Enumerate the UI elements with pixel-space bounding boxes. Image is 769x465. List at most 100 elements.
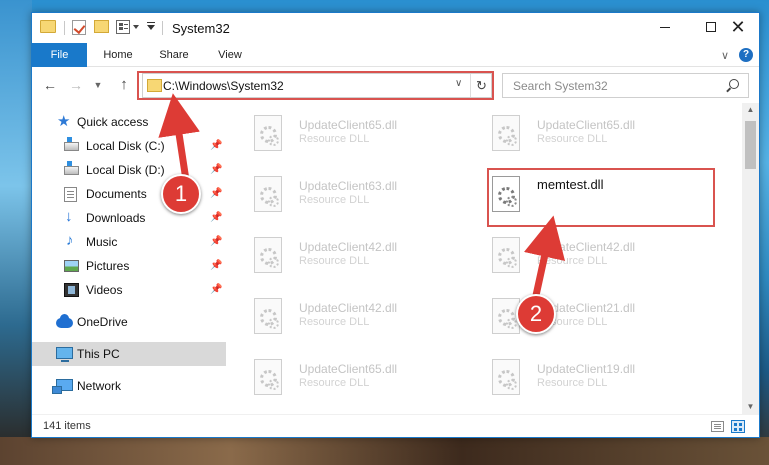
sidebar-item-label: Downloads bbox=[86, 211, 146, 225]
sidebar-item-label: Quick access bbox=[77, 115, 149, 129]
search-input[interactable]: Search System32 bbox=[513, 79, 608, 93]
file-type: Resource DLL bbox=[537, 255, 608, 267]
sidebar-item-network[interactable]: Network bbox=[32, 374, 226, 398]
forward-button[interactable]: → bbox=[66, 75, 86, 95]
expand-ribbon-icon[interactable]: ∨ bbox=[721, 49, 729, 62]
sidebar-item-local-disk-c[interactable]: Local Disk (C:) 📌 bbox=[32, 134, 226, 158]
scroll-up-icon[interactable]: ▲ bbox=[742, 103, 759, 117]
back-button[interactable]: ← bbox=[40, 75, 60, 95]
sidebar-item-this-pc[interactable]: This PC bbox=[32, 342, 226, 366]
properties-check-icon[interactable] bbox=[72, 20, 86, 35]
divider bbox=[162, 21, 163, 35]
step-badge-2: 2 bbox=[516, 294, 556, 334]
file-list: UpdateClient65.dll Resource DLL UpdateCl… bbox=[227, 103, 741, 411]
pin-icon: 📌 bbox=[210, 140, 223, 151]
pin-icon: 📌 bbox=[210, 164, 223, 175]
file-name: UpdateClient19.dll bbox=[537, 362, 636, 376]
pin-icon: 📌 bbox=[210, 188, 223, 199]
file-item[interactable]: UpdateClient42.dll Resource DLL bbox=[227, 294, 447, 338]
sidebar-item-label: Local Disk (D:) bbox=[86, 163, 165, 177]
file-item[interactable]: UpdateClient42.dll Resource DLL bbox=[465, 233, 685, 277]
up-button[interactable]: ↑ bbox=[114, 75, 134, 95]
dll-file-icon bbox=[492, 359, 520, 395]
details-view-icon[interactable] bbox=[711, 421, 724, 432]
drive-icon bbox=[64, 137, 79, 151]
item-count: 141 items bbox=[43, 420, 91, 432]
sidebar-item-pictures[interactable]: Pictures 📌 bbox=[32, 254, 226, 278]
ribbon-tabs: File Home Share View ∨ ? bbox=[32, 43, 759, 67]
divider bbox=[64, 21, 65, 35]
minimize-button[interactable] bbox=[642, 13, 688, 43]
address-bar-highlight bbox=[137, 71, 494, 100]
tab-view[interactable]: View bbox=[204, 43, 256, 67]
tab-share[interactable]: Share bbox=[148, 43, 200, 67]
close-button[interactable]: ✕ bbox=[715, 13, 759, 43]
tiles-view-icon[interactable] bbox=[731, 420, 745, 433]
search-icon[interactable] bbox=[725, 79, 739, 93]
file-item[interactable]: UpdateClient42.dll Resource DLL bbox=[227, 233, 447, 277]
sidebar-item-label: OneDrive bbox=[77, 315, 128, 329]
title-bar: System32 ✕ bbox=[32, 13, 759, 43]
sidebar-item-local-disk-d[interactable]: Local Disk (D:) 📌 bbox=[32, 158, 226, 182]
download-icon: ↓ bbox=[65, 208, 73, 225]
file-name: UpdateClient65.dll bbox=[299, 362, 398, 376]
videos-icon bbox=[64, 283, 79, 297]
file-item[interactable]: UpdateClient65.dll Resource DLL bbox=[465, 111, 685, 155]
file-item[interactable]: UpdateClient21.dll Resource DLL bbox=[465, 294, 685, 338]
dll-file-icon bbox=[492, 237, 520, 273]
navigation-pane: ★ Quick access Local Disk (C:) 📌 Local D… bbox=[32, 107, 226, 407]
help-button[interactable]: ? bbox=[739, 48, 753, 62]
file-type: Resource DLL bbox=[537, 377, 608, 389]
cloud-icon bbox=[56, 314, 73, 328]
vertical-scrollbar[interactable]: ▲ ▼ bbox=[742, 103, 759, 414]
dll-file-icon bbox=[254, 176, 282, 212]
recent-locations-icon[interactable]: ▼ bbox=[88, 75, 108, 95]
file-name: UpdateClient42.dll bbox=[537, 240, 636, 254]
scroll-down-icon[interactable]: ▼ bbox=[742, 400, 759, 414]
memtest-highlight bbox=[487, 168, 715, 227]
pin-icon: 📌 bbox=[210, 212, 223, 223]
star-icon: ★ bbox=[57, 113, 71, 130]
dll-file-icon bbox=[254, 237, 282, 273]
sidebar-item-label: This PC bbox=[77, 347, 120, 361]
sidebar-item-music[interactable]: ♪ Music 📌 bbox=[32, 230, 226, 254]
search-box[interactable]: Search System32 bbox=[502, 73, 749, 98]
folder-icon bbox=[40, 20, 56, 33]
properties-icon[interactable] bbox=[116, 20, 130, 34]
dll-file-icon bbox=[492, 115, 520, 151]
file-type: Resource DLL bbox=[299, 133, 370, 145]
file-type: Resource DLL bbox=[299, 377, 370, 389]
dll-file-icon bbox=[254, 298, 282, 334]
sidebar-item-quick-access[interactable]: ★ Quick access bbox=[32, 110, 226, 134]
sidebar-item-label: Network bbox=[77, 379, 122, 393]
window-title: System32 bbox=[172, 21, 230, 36]
desktop-background-bottom bbox=[0, 437, 769, 465]
sidebar-item-label: Pictures bbox=[86, 259, 130, 273]
dll-file-icon bbox=[254, 115, 282, 151]
file-type: Resource DLL bbox=[299, 316, 370, 328]
tab-home[interactable]: Home bbox=[90, 43, 146, 67]
file-item[interactable]: UpdateClient65.dll Resource DLL bbox=[227, 111, 447, 155]
file-name: UpdateClient42.dll bbox=[299, 301, 398, 315]
dll-file-icon bbox=[254, 359, 282, 395]
pin-icon: 📌 bbox=[210, 284, 223, 295]
status-bar: 141 items bbox=[32, 414, 759, 437]
scroll-thumb[interactable] bbox=[745, 121, 756, 169]
file-name: UpdateClient65.dll bbox=[537, 118, 636, 132]
file-item[interactable]: UpdateClient65.dll Resource DLL bbox=[227, 355, 447, 399]
file-type: Resource DLL bbox=[537, 133, 608, 145]
sidebar-item-downloads[interactable]: ↓ Downloads 📌 bbox=[32, 206, 226, 230]
sidebar-item-label: Documents bbox=[86, 187, 147, 201]
sidebar-item-videos[interactable]: Videos 📌 bbox=[32, 278, 226, 302]
drive-icon bbox=[64, 161, 79, 175]
customize-toolbar-icon[interactable] bbox=[147, 22, 155, 30]
file-item[interactable]: UpdateClient19.dll Resource DLL bbox=[465, 355, 685, 399]
pin-icon: 📌 bbox=[210, 236, 223, 247]
chevron-down-icon[interactable] bbox=[133, 25, 139, 29]
tab-file[interactable]: File bbox=[32, 43, 87, 67]
sidebar-item-onedrive[interactable]: OneDrive bbox=[32, 310, 226, 334]
sidebar-item-label: Local Disk (C:) bbox=[86, 139, 165, 153]
file-item[interactable]: UpdateClient63.dll Resource DLL bbox=[227, 172, 447, 216]
pin-icon: 📌 bbox=[210, 260, 223, 271]
new-folder-icon[interactable] bbox=[94, 20, 109, 33]
